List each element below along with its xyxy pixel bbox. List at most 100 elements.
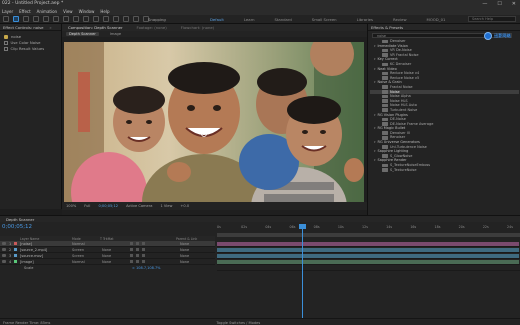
- help-search-input[interactable]: Search Help: [468, 16, 516, 22]
- workspace-default[interactable]: Default: [210, 17, 224, 22]
- visibility-eye-icon[interactable]: [2, 260, 6, 263]
- chevron-down-icon[interactable]: ▾: [374, 80, 376, 85]
- effects-list-item[interactable]: S_TextureNoise: [370, 168, 519, 173]
- layer-name[interactable]: [image]: [20, 260, 34, 264]
- composition-viewer[interactable]: [64, 42, 364, 225]
- effects-presets-panel: Effects & Presets noise 迅影网络 Denoiser ▾ Im…: [367, 24, 520, 215]
- layer-mode-dropdown[interactable]: Normal: [72, 242, 85, 246]
- clone-tool-icon[interactable]: [113, 16, 119, 22]
- header-trkmat[interactable]: T TrkMat: [100, 237, 114, 241]
- home-tool-icon[interactable]: [3, 16, 9, 22]
- layer-duration-bar[interactable]: [217, 248, 519, 252]
- visibility-eye-icon[interactable]: [2, 242, 6, 245]
- layer-duration-bar[interactable]: [217, 254, 519, 258]
- property-value[interactable]: ∞ 108.7,108.7%: [132, 266, 161, 270]
- layer-switches[interactable]: [130, 242, 145, 245]
- layer-label-color[interactable]: [14, 248, 17, 251]
- use-color-noise-checkbox[interactable]: [4, 41, 8, 45]
- workspace-mood[interactable]: MOOD_01: [427, 17, 446, 22]
- header-mode[interactable]: Mode: [72, 237, 81, 241]
- layer-duration-bar[interactable]: [217, 260, 519, 264]
- tab-flowchart[interactable]: Flowchart: (none): [181, 25, 214, 30]
- layer-label-color[interactable]: [14, 254, 17, 257]
- brush-tool-icon[interactable]: [103, 16, 109, 22]
- layer-parent-dropdown[interactable]: None: [180, 248, 189, 252]
- workspace-small-screen[interactable]: Small Screen: [312, 17, 337, 22]
- playhead-line[interactable]: [302, 224, 303, 319]
- chevron-down-icon[interactable]: ▾: [374, 140, 376, 145]
- layer-trkmat-dropdown[interactable]: None: [102, 260, 111, 264]
- subtab-image[interactable]: Image: [107, 32, 124, 36]
- effect-controls-tab[interactable]: Effect Controls: noise: [3, 25, 43, 30]
- layer-name[interactable]: [source_2.mp4]: [20, 248, 47, 252]
- workspace-standard[interactable]: Standard: [275, 17, 292, 22]
- chevron-down-icon[interactable]: ▾: [374, 126, 376, 131]
- subtab-depth-scanner[interactable]: Depth Scanner: [66, 32, 99, 36]
- close-button[interactable]: ✕: [512, 1, 516, 7]
- hand-tool-icon[interactable]: [23, 16, 29, 22]
- layer-label-color[interactable]: [14, 260, 17, 263]
- panel-overflow-icon[interactable]: »: [49, 25, 51, 30]
- roto-brush-tool-icon[interactable]: [133, 16, 139, 22]
- layer-parent-dropdown[interactable]: None: [180, 242, 189, 246]
- ruler-tick-label: 22s: [482, 225, 489, 229]
- workspace-learn[interactable]: Learn: [244, 17, 255, 22]
- layer-switches[interactable]: [130, 248, 145, 251]
- layer-parent-dropdown[interactable]: None: [180, 260, 189, 264]
- effects-presets-tab[interactable]: Effects & Presets: [371, 25, 403, 30]
- header-layer-name[interactable]: Layer Name: [20, 237, 39, 241]
- pen-tool-icon[interactable]: [83, 16, 89, 22]
- snapping-toggle[interactable]: Snapping: [148, 17, 166, 22]
- chevron-down-icon[interactable]: ▾: [374, 67, 376, 72]
- layer-switches[interactable]: [130, 254, 145, 257]
- eraser-tool-icon[interactable]: [123, 16, 129, 22]
- timeline-tab[interactable]: Depth Scanner: [6, 217, 34, 222]
- time-ruler[interactable]: 0s 02s 04s 06s 08s 10s 12s 14s 16s 18s 20s 22s 24s: [217, 224, 520, 232]
- current-time-display[interactable]: 0;00;05;12: [98, 204, 118, 208]
- layer-trkmat-dropdown[interactable]: None: [102, 254, 111, 258]
- layer-trkmat-dropdown[interactable]: None: [102, 248, 111, 252]
- zoom-dropdown[interactable]: 100%: [66, 204, 76, 208]
- visibility-eye-icon[interactable]: [2, 254, 6, 257]
- chevron-down-icon[interactable]: ▾: [374, 149, 376, 154]
- ruler-tick-label: 08s: [313, 225, 320, 229]
- minimize-button[interactable]: —: [482, 1, 487, 7]
- active-camera-dropdown[interactable]: Active Camera: [126, 204, 152, 208]
- type-tool-icon[interactable]: [93, 16, 99, 22]
- pan-behind-tool-icon[interactable]: [63, 16, 69, 22]
- layer-mode-dropdown[interactable]: Screen: [72, 254, 84, 258]
- workspace-review[interactable]: Review: [393, 17, 407, 22]
- work-area-bar[interactable]: [217, 233, 520, 237]
- tab-footage[interactable]: Footage: (none): [137, 25, 167, 30]
- visibility-eye-icon[interactable]: [2, 248, 6, 251]
- clip-result-values-row[interactable]: Clip Result Values: [0, 46, 61, 52]
- tab-composition[interactable]: Composition: Depth Scanner: [68, 25, 123, 30]
- resolution-dropdown[interactable]: Full: [84, 204, 90, 208]
- layer-name[interactable]: [source.mov]: [20, 254, 43, 258]
- clip-result-values-checkbox[interactable]: [4, 47, 8, 51]
- layer-switches[interactable]: [130, 260, 145, 263]
- view-layout-dropdown[interactable]: 1 View: [160, 204, 172, 208]
- playhead-handle[interactable]: [299, 224, 306, 229]
- layer-duration-bar[interactable]: [217, 242, 519, 246]
- toggle-switches-modes-button[interactable]: Toggle Switches / Modes: [216, 321, 260, 325]
- layer-label-color[interactable]: [14, 242, 17, 245]
- chevron-down-icon[interactable]: ▾: [374, 57, 376, 62]
- rotate-tool-icon[interactable]: [43, 16, 49, 22]
- camera-tool-icon[interactable]: [53, 16, 59, 22]
- chevron-down-icon[interactable]: ▾: [374, 113, 376, 118]
- timeline-current-time[interactable]: 0;00;05;12: [2, 224, 32, 230]
- maximize-button[interactable]: ☐: [497, 1, 501, 7]
- layer-name[interactable]: [noise]: [20, 242, 32, 246]
- workspace-libraries[interactable]: Libraries: [357, 17, 373, 22]
- chevron-down-icon[interactable]: ▾: [374, 158, 376, 163]
- layer-mode-dropdown[interactable]: Screen: [72, 248, 84, 252]
- mask-tool-icon[interactable]: [73, 16, 79, 22]
- layer-parent-dropdown[interactable]: None: [180, 254, 189, 258]
- selection-tool-icon[interactable]: [13, 16, 19, 22]
- header-parent[interactable]: Parent & Link: [176, 237, 197, 241]
- zoom-tool-icon[interactable]: [33, 16, 39, 22]
- chevron-down-icon[interactable]: ▾: [374, 44, 376, 49]
- exposure-value[interactable]: +0.0: [180, 204, 189, 208]
- layer-mode-dropdown[interactable]: Normal: [72, 260, 85, 264]
